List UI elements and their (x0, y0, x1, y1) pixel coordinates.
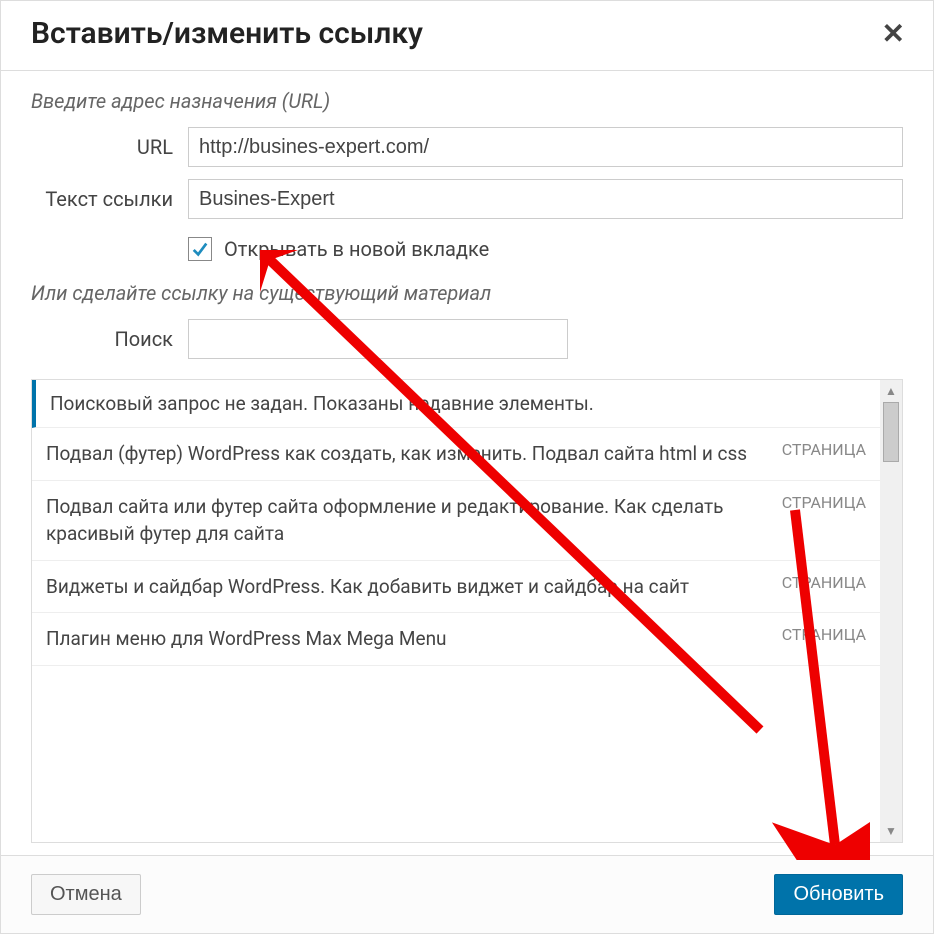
result-item[interactable]: Виджеты и сайдбар WordPress. Как добавит… (32, 561, 880, 614)
search-row: Поиск (31, 319, 903, 359)
url-instruction: Введите адрес назначения (URL) (31, 89, 903, 113)
result-item[interactable]: Плагин меню для WordPress Max Mega Menu … (32, 613, 880, 666)
link-text-input[interactable] (188, 179, 903, 219)
result-title: Виджеты и сайдбар WordPress. Как добавит… (46, 573, 782, 601)
url-input[interactable] (188, 127, 903, 167)
url-row: URL (31, 127, 903, 167)
dialog-title: Вставить/изменить ссылку (31, 16, 423, 51)
new-tab-row: Открывать в новой вкладке (188, 237, 903, 261)
dialog-body: Введите адрес назначения (URL) URL Текст… (1, 71, 933, 855)
submit-button[interactable]: Обновить (774, 874, 903, 915)
results-list[interactable]: Поисковый запрос не задан. Показаны неда… (32, 380, 902, 842)
scroll-down-icon[interactable]: ▼ (880, 820, 902, 842)
results-header: Поисковый запрос не задан. Показаны неда… (32, 380, 880, 428)
link-text-row: Текст ссылки (31, 179, 903, 219)
result-title: Подвал сайта или футер сайта оформление … (46, 493, 782, 548)
checkmark-icon (191, 240, 209, 258)
result-type: СТРАНИЦА (782, 573, 866, 592)
url-label: URL (31, 135, 188, 159)
result-type: СТРАНИЦА (782, 625, 866, 644)
result-item[interactable]: Подвал сайта или футер сайта оформление … (32, 481, 880, 561)
dialog-header: Вставить/изменить ссылку ✕ (1, 1, 933, 71)
result-title: Подвал (футер) WordPress как создать, ка… (46, 440, 782, 468)
dialog-footer: Отмена Обновить (1, 855, 933, 933)
new-tab-label: Открывать в новой вкладке (224, 237, 489, 261)
scroll-thumb[interactable] (883, 402, 899, 462)
close-icon[interactable]: ✕ (876, 15, 911, 52)
cancel-button[interactable]: Отмена (31, 874, 141, 915)
search-label: Поиск (31, 327, 188, 351)
link-existing-instruction: Или сделайте ссылку на существующий мате… (31, 281, 903, 305)
result-item[interactable]: Подвал (футер) WordPress как создать, ка… (32, 428, 880, 481)
link-text-label: Текст ссылки (31, 187, 188, 211)
link-dialog: Вставить/изменить ссылку ✕ Введите адрес… (0, 0, 934, 934)
search-input[interactable] (188, 319, 568, 359)
result-type: СТРАНИЦА (782, 440, 866, 459)
scrollbar[interactable]: ▲ ▼ (880, 380, 902, 842)
scroll-up-icon[interactable]: ▲ (880, 380, 902, 402)
new-tab-checkbox[interactable] (188, 237, 212, 261)
result-type: СТРАНИЦА (782, 493, 866, 512)
results-panel: Поисковый запрос не задан. Показаны неда… (31, 379, 903, 843)
result-title: Плагин меню для WordPress Max Mega Menu (46, 625, 782, 653)
